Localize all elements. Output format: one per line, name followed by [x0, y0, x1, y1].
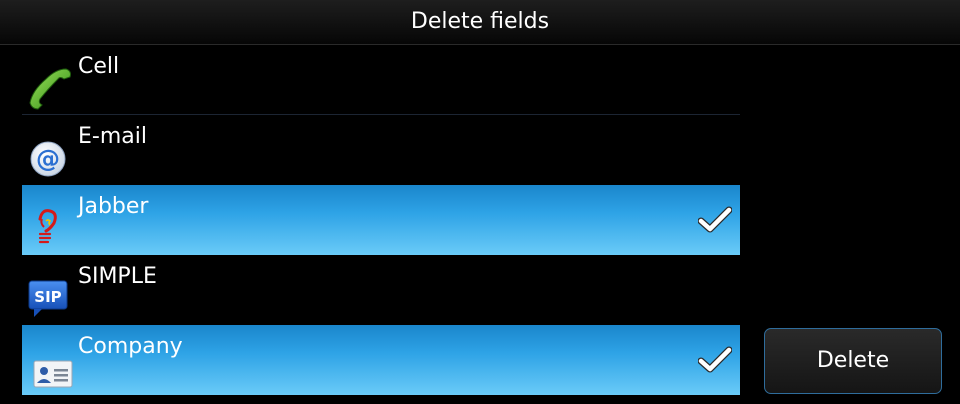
checkmark-icon	[698, 346, 732, 374]
svg-text:@: @	[36, 145, 60, 173]
checkmark-icon	[698, 206, 732, 234]
field-row-cell[interactable]: Cell	[22, 45, 740, 115]
field-list: Cell @ E-mail Jabber SIP SIMPLE Company	[22, 45, 740, 395]
field-row-company[interactable]: Company	[22, 325, 740, 395]
sip-icon: SIP	[26, 273, 74, 321]
field-row-simple[interactable]: SIP SIMPLE	[22, 255, 740, 325]
field-label: SIMPLE	[78, 264, 157, 289]
delete-button[interactable]: Delete	[764, 328, 942, 394]
delete-fields-screen: Delete fields Cell @ E-mail Jabber SIP S…	[0, 0, 960, 404]
field-label: Cell	[78, 54, 120, 79]
sip-icon-text: SIP	[34, 288, 61, 306]
email-at-icon: @	[26, 133, 74, 181]
field-label: E-mail	[78, 124, 147, 149]
jabber-bulb-icon	[26, 203, 74, 251]
title-bar: Delete fields	[0, 0, 960, 45]
phone-icon	[26, 63, 74, 111]
page-title: Delete fields	[410, 9, 550, 34]
field-label: Company	[78, 334, 183, 359]
business-card-icon	[26, 343, 74, 391]
field-label: Jabber	[78, 194, 149, 219]
delete-button-label: Delete	[816, 348, 890, 373]
field-row-jabber[interactable]: Jabber	[22, 185, 740, 255]
field-row-email[interactable]: @ E-mail	[22, 115, 740, 185]
